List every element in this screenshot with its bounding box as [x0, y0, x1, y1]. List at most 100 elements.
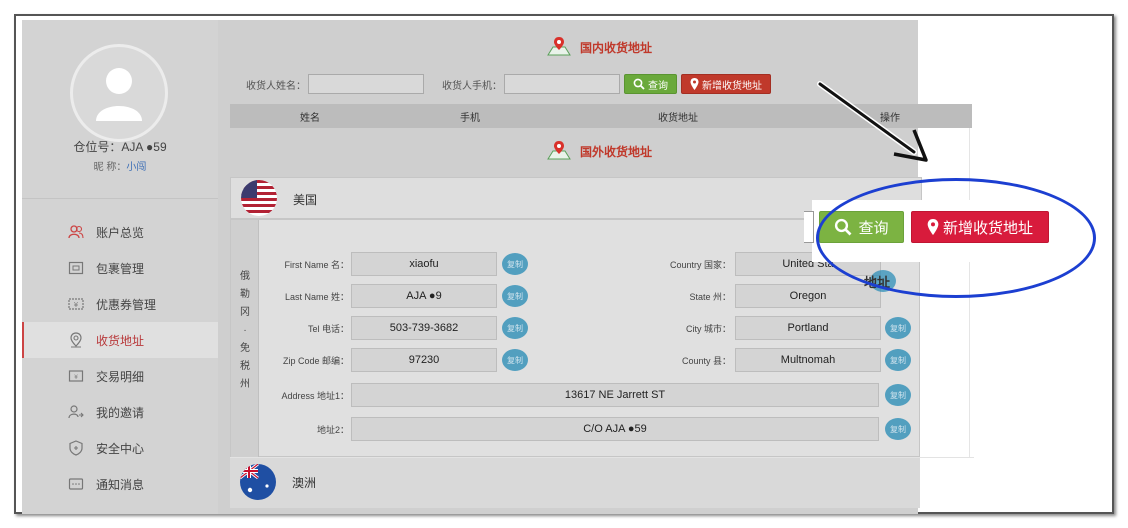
- last-name-label: Last Name 姓：: [284, 291, 349, 302]
- avatar[interactable]: [70, 44, 168, 142]
- address2-row: 地址2： C/O AJA ●59: [267, 417, 879, 441]
- recipient-phone-input[interactable]: [504, 74, 620, 94]
- sidebar-item-label: 安全中心: [96, 441, 145, 456]
- callout-arrow: [817, 81, 928, 162]
- recipient-phone-label: 收货人手机：: [442, 80, 502, 92]
- map-location-icon: [547, 141, 571, 160]
- last-name-value: AJA ●9: [351, 284, 497, 308]
- state-label: State 州：: [689, 291, 731, 302]
- coupon-icon: ¥: [68, 298, 84, 310]
- copy-county-button[interactable]: 复制: [885, 349, 911, 371]
- city-label: City 城市：: [685, 323, 731, 334]
- callout-input-edge: [804, 211, 814, 243]
- zip-row: Zip Code 邮编： 97230: [267, 348, 497, 372]
- shield-icon: [69, 440, 83, 456]
- recipient-name-label: 收货人姓名：: [246, 80, 306, 92]
- sidebar-nav: 账户总览 包裹管理 ¥ 优惠券管理 收货地址 ¥ 交易明细 我的邀请 安全中心 …: [22, 214, 218, 502]
- sidebar-item-label: 交易明细: [96, 369, 145, 384]
- search-icon: [633, 78, 645, 90]
- state-value: Oregon: [735, 284, 881, 308]
- message-icon: [68, 478, 84, 490]
- column-header-phone: 手机: [460, 112, 480, 124]
- address1-value: 13617 NE Jarrett ST: [351, 383, 879, 407]
- sidebar-item-package-management[interactable]: 包裹管理: [22, 250, 218, 286]
- add-address-button[interactable]: 新增收货地址: [681, 74, 771, 94]
- sidebar-item-account-overview[interactable]: 账户总览: [22, 214, 218, 250]
- zip-value: 97230: [351, 348, 497, 372]
- first-name-row: First Name 名： xiaofu: [267, 252, 497, 276]
- package-icon: [68, 261, 84, 275]
- state-row: State 州： Oregon: [631, 284, 881, 308]
- sidebar-item-label: 包裹管理: [96, 261, 145, 276]
- county-row: County 县： Multnomah: [631, 348, 881, 372]
- copy-tel-button[interactable]: 复制: [502, 317, 528, 339]
- nickname-label: 昵 称：: [93, 162, 127, 173]
- recipient-name-input[interactable]: [308, 74, 424, 94]
- query-button[interactable]: 查询: [624, 74, 677, 94]
- foreign-title-text: 国外收货地址: [580, 144, 653, 159]
- tel-value: 503-739-3682: [351, 316, 497, 340]
- address1-label: Address 地址1：: [281, 390, 349, 401]
- sidebar-item-shipping-address[interactable]: 收货地址: [22, 322, 218, 358]
- copy-first-name-button[interactable]: 复制: [502, 253, 528, 275]
- domestic-search-row: 收货人姓名： 收货人手机： 查询 新增收货地址: [246, 73, 771, 95]
- sidebar: 仓位号：AJA ●59 昵 称：小闯 账户总览 包裹管理 ¥ 优惠券管理 收货地…: [22, 20, 218, 514]
- sidebar-item-transactions[interactable]: ¥ 交易明细: [22, 358, 218, 394]
- sidebar-item-label: 账户总览: [96, 225, 145, 240]
- australia-header-bg: [230, 458, 920, 508]
- column-header-address: 收货地址: [658, 112, 698, 124]
- county-label: County 县：: [681, 355, 731, 366]
- nickname-value[interactable]: 小闯: [126, 162, 146, 173]
- us-flag-icon: [241, 180, 277, 216]
- column-header-name: 姓名: [300, 112, 320, 124]
- location-pin-icon: [690, 78, 699, 90]
- region-label: 俄勒冈 · 免税州: [231, 220, 259, 458]
- copy-address2-button[interactable]: 复制: [885, 418, 911, 440]
- address2-value: C/O AJA ●59: [351, 417, 879, 441]
- highlight-ellipse: [816, 178, 1096, 298]
- last-name-row: Last Name 姓： AJA ●9: [267, 284, 497, 308]
- domestic-title-text: 国内收货地址: [580, 40, 653, 55]
- country-name-usa: 美国: [293, 193, 318, 207]
- copy-address1-button[interactable]: 复制: [885, 384, 911, 406]
- sidebar-item-label: 我的邀请: [96, 405, 145, 420]
- user-icon: [96, 68, 142, 121]
- first-name-label: First Name 名：: [284, 259, 349, 270]
- au-flag-icon: [240, 464, 276, 500]
- user-nickname: 昵 称：小闯: [22, 158, 218, 173]
- query-button-label: 查询: [648, 80, 668, 92]
- address1-row: Address 地址1： 13617 NE Jarrett ST: [267, 383, 879, 407]
- users-icon: [68, 225, 84, 239]
- add-address-button-label: 新增收货地址: [702, 80, 762, 92]
- tel-label: Tel 电话：: [307, 323, 349, 334]
- sidebar-item-notifications[interactable]: 通知消息: [22, 466, 218, 502]
- sidebar-item-my-invitations[interactable]: 我的邀请: [22, 394, 218, 430]
- tel-row: Tel 电话： 503-739-3682: [267, 316, 497, 340]
- sidebar-divider: [22, 198, 218, 199]
- city-row: City 城市： Portland: [631, 316, 881, 340]
- copy-last-name-button[interactable]: 复制: [502, 285, 528, 307]
- invite-icon: [68, 405, 84, 419]
- foreign-address-title: 国外收货地址: [546, 138, 652, 164]
- copy-city-button[interactable]: 复制: [885, 317, 911, 339]
- country-name-australia: 澳洲: [292, 476, 317, 490]
- sidebar-item-coupon-management[interactable]: ¥ 优惠券管理: [22, 286, 218, 322]
- copy-zip-button[interactable]: 复制: [502, 349, 528, 371]
- sidebar-item-label: 收货地址: [96, 333, 145, 348]
- transaction-icon: ¥: [68, 370, 84, 382]
- map-location-icon: [547, 37, 571, 56]
- country-header-australia[interactable]: 澳洲: [230, 457, 974, 508]
- first-name-value: xiaofu: [351, 252, 497, 276]
- location-icon: [70, 332, 82, 348]
- city-value: Portland: [735, 316, 881, 340]
- sidebar-item-security-center[interactable]: 安全中心: [22, 430, 218, 466]
- sidebar-item-label: 通知消息: [96, 477, 145, 492]
- svg-text:¥: ¥: [74, 374, 78, 381]
- user-id-label: 仓位号：: [73, 140, 122, 154]
- domestic-address-title: 国内收货地址: [546, 34, 652, 60]
- zip-label: Zip Code 邮编：: [282, 355, 349, 366]
- county-value: Multnomah: [735, 348, 881, 372]
- svg-text:¥: ¥: [74, 301, 79, 309]
- region-label-text: 俄勒冈 · 免税州: [240, 271, 250, 390]
- country-label: Country 国家：: [669, 259, 731, 270]
